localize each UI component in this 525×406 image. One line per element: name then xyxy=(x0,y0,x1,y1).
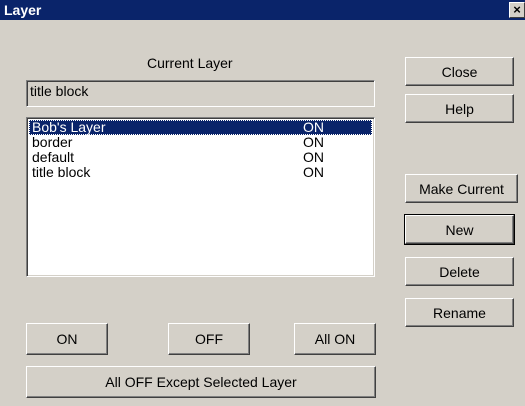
off-button[interactable]: OFF xyxy=(168,323,250,355)
layer-name: default xyxy=(32,149,75,165)
current-layer-label: Current Layer xyxy=(147,55,233,71)
close-window-icon[interactable]: × xyxy=(509,2,525,18)
layer-list[interactable]: Bob's Layer ON border ON default ON titl… xyxy=(26,117,375,277)
layer-name: border xyxy=(32,134,73,150)
layer-row-3[interactable]: title block ON xyxy=(29,165,372,180)
new-button[interactable]: New xyxy=(404,214,515,245)
layer-name: Bob's Layer xyxy=(32,119,106,135)
layer-state: ON xyxy=(303,149,324,165)
rename-button[interactable]: Rename xyxy=(405,298,514,327)
layer-row-2[interactable]: default ON xyxy=(29,150,372,165)
delete-button[interactable]: Delete xyxy=(405,257,514,286)
help-button[interactable]: Help xyxy=(405,94,514,123)
layer-state: ON xyxy=(303,134,324,150)
current-layer-field: title block xyxy=(26,80,375,107)
window-title: Layer xyxy=(4,2,42,18)
on-button[interactable]: ON xyxy=(26,323,108,355)
layer-state: ON xyxy=(303,164,324,180)
layer-dialog: Layer × Current Layer title block Bob's … xyxy=(0,0,525,406)
all-off-except-selected-button[interactable]: All OFF Except Selected Layer xyxy=(26,366,376,398)
close-button[interactable]: Close xyxy=(405,57,514,86)
layer-state: ON xyxy=(303,119,324,135)
layer-row-1[interactable]: border ON xyxy=(29,135,372,150)
all-on-button[interactable]: All ON xyxy=(294,323,376,355)
make-current-button[interactable]: Make Current xyxy=(405,174,518,203)
title-bar: Layer × xyxy=(0,0,525,20)
layer-row-0[interactable]: Bob's Layer ON xyxy=(29,120,372,135)
layer-name: title block xyxy=(32,164,91,180)
